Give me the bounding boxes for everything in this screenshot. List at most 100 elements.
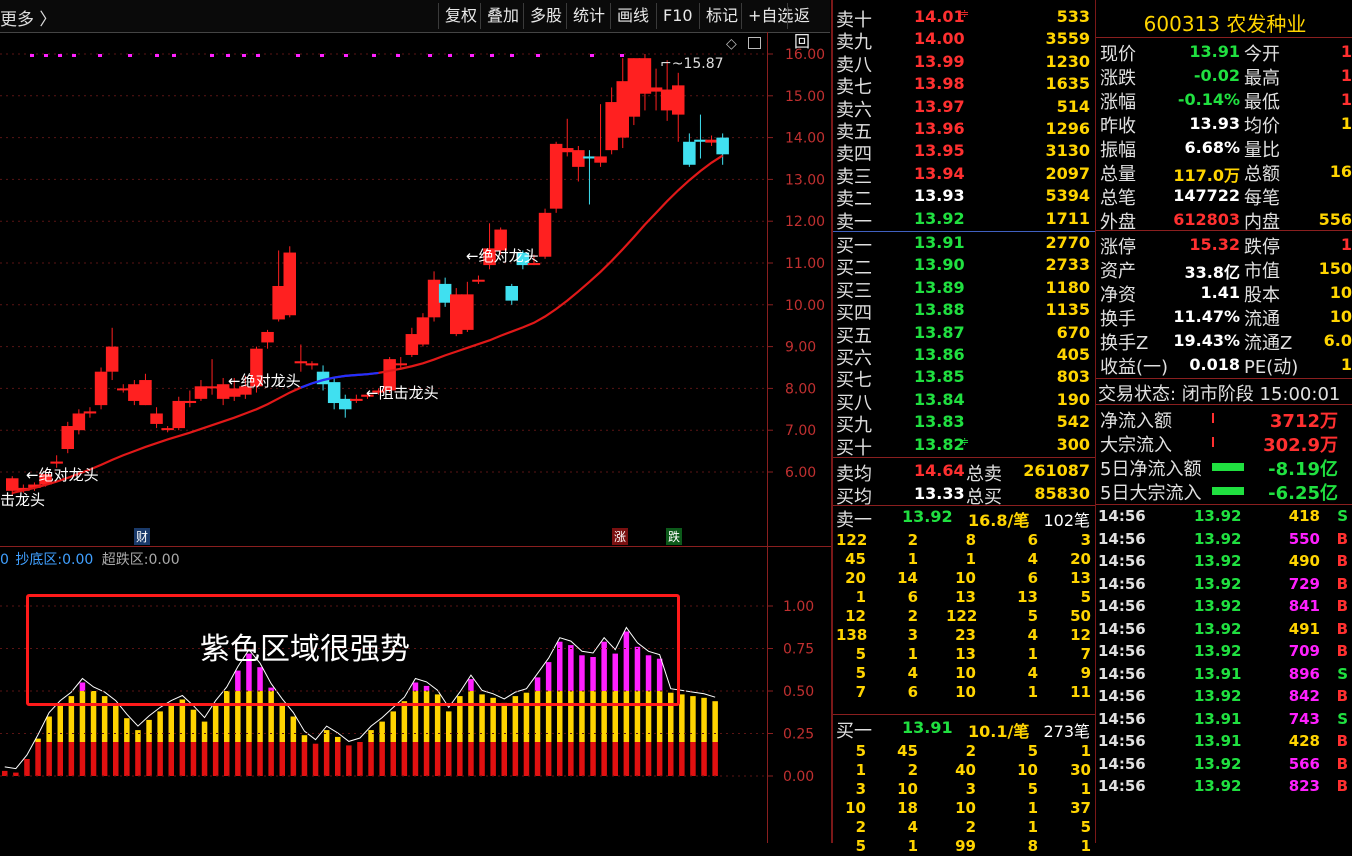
candle-body xyxy=(450,294,463,335)
tick-row[interactable]: 14:56 13.92 841 B xyxy=(1098,597,1352,620)
flow-value: 302.9万 xyxy=(1263,435,1338,455)
price-tick-label: 14.00 xyxy=(785,131,825,147)
level-price: 13.89 xyxy=(914,277,965,297)
finance-marker[interactable]: 财 xyxy=(134,528,151,545)
tick-row[interactable]: 14:56 13.92 490 B xyxy=(1098,552,1352,575)
quote-row: 净资 1.41 股本 10 xyxy=(1098,281,1352,305)
flow-label: 5日大宗流入 xyxy=(1100,483,1202,503)
indicator-bar-base xyxy=(290,742,297,776)
tick-row[interactable]: 14:56 13.91 428 B xyxy=(1098,732,1352,755)
window-toggle-icon[interactable] xyxy=(748,37,761,49)
candle-body xyxy=(683,141,696,165)
bid-level-row[interactable]: 买一 13.91 2770 xyxy=(836,233,1090,257)
bid-level-row[interactable]: 买十 13.82 300 ≑ xyxy=(836,435,1090,459)
queue-row: 1 6 13 13 5 xyxy=(836,588,1091,607)
tick-time: 14:56 xyxy=(1098,709,1146,728)
queue-cell: 30 xyxy=(1070,761,1091,779)
queue-cell: 138 xyxy=(836,626,868,644)
quote-value: -0.02 xyxy=(1193,66,1240,85)
indicator-bar-base xyxy=(368,742,374,776)
bid-level-row[interactable]: 买二 13.90 2733 xyxy=(836,255,1090,279)
signal-dot xyxy=(30,54,34,57)
level-volume: 542 xyxy=(1056,412,1090,432)
tick-price: 13.91 xyxy=(1194,732,1242,750)
signal-dot xyxy=(428,54,432,57)
tick-row[interactable]: 14:56 13.92 709 B xyxy=(1098,642,1352,665)
quote-row: 资产 33.8亿 市值 150 xyxy=(1098,257,1352,281)
quote-label: 换手 xyxy=(1100,309,1136,329)
tick-volume: 841 xyxy=(1288,597,1320,615)
bid-level-row[interactable]: 买七 13.85 803 xyxy=(836,367,1090,391)
divider xyxy=(1096,230,1352,231)
tick-row[interactable]: 14:56 13.92 550 B xyxy=(1098,530,1352,553)
ask-level-row[interactable]: 卖一 13.92 1711 xyxy=(836,209,1090,233)
candle-body xyxy=(205,386,219,389)
queue-cell: 3 xyxy=(907,626,918,644)
quote-value: 11.47% xyxy=(1173,307,1240,326)
quote-value: 1 xyxy=(1340,114,1352,133)
candle-body xyxy=(405,334,419,355)
level-price: 13.84 xyxy=(914,389,965,409)
ask-level-row[interactable]: 卖九 14.00 3559 xyxy=(836,29,1090,53)
queue-cell: 99 xyxy=(955,837,976,855)
tick-row[interactable]: 14:56 13.92 842 B xyxy=(1098,687,1352,710)
candle-body xyxy=(327,382,341,404)
ask-level-row[interactable]: 卖四 13.95 3130 xyxy=(836,141,1090,165)
signal-dot xyxy=(448,54,452,57)
tick-side: B xyxy=(1336,529,1348,548)
indicator-bar-mid xyxy=(201,721,208,742)
tick-time: 14:56 xyxy=(1098,597,1146,615)
ask-level-row[interactable]: 卖十 14.01 533 ≑ xyxy=(836,7,1090,31)
tick-price: 13.92 xyxy=(1194,597,1242,615)
ask-level-row[interactable]: 卖八 13.99 1230 xyxy=(836,52,1090,76)
candle-body xyxy=(705,139,718,143)
bid-level-row[interactable]: 买四 13.88 1135 xyxy=(836,300,1090,324)
flow-value: 3712万 xyxy=(1269,411,1338,431)
bid-level-row[interactable]: 买三 13.89 1180 xyxy=(836,277,1090,302)
indicator-bar-mid xyxy=(190,709,197,742)
signal-dot xyxy=(470,54,474,57)
ask-level-row[interactable]: 卖三 13.94 2097 xyxy=(836,164,1090,188)
indicator-bar-base xyxy=(246,742,252,776)
flow-bar xyxy=(1212,413,1214,423)
bid-level-row[interactable]: 买九 13.83 542 xyxy=(836,412,1090,436)
indicator-bar-base xyxy=(212,742,219,776)
indicator-bar-base xyxy=(101,742,108,776)
limit-down-marker[interactable]: 跌 xyxy=(666,528,683,545)
signal-dot xyxy=(98,54,102,57)
subchart-divider xyxy=(0,546,831,547)
queue-cell: 23 xyxy=(955,626,976,644)
ask-level-row[interactable]: 卖二 13.93 5394 xyxy=(836,186,1090,210)
indicator-bar-base xyxy=(335,742,341,776)
bid-level-row[interactable]: 买六 13.86 405 xyxy=(836,345,1090,369)
ask-level-row[interactable]: 卖七 13.98 1635 xyxy=(836,74,1090,98)
queue-cell: 5 xyxy=(1027,780,1038,798)
ask-level-row[interactable]: 卖六 13.97 514 xyxy=(836,97,1090,121)
ask-level-row[interactable]: 卖五 13.96 1296 xyxy=(836,119,1090,143)
tick-row[interactable]: 14:56 13.92 418 S xyxy=(1098,507,1352,530)
tick-row[interactable]: 14:56 13.92 729 B xyxy=(1098,575,1352,598)
diamond-icon[interactable]: ◇ xyxy=(726,36,737,52)
tick-row[interactable]: 14:56 13.92 823 B xyxy=(1098,777,1352,800)
indicator-bar-base xyxy=(545,742,552,776)
tick-side: B xyxy=(1336,619,1348,638)
tick-row[interactable]: 14:56 13.92 566 B xyxy=(1098,755,1352,778)
quote-row: 涨停 15.32 跌停 1 xyxy=(1098,233,1352,257)
tick-side: S xyxy=(1337,664,1348,683)
queue-cell: 10 xyxy=(845,799,866,817)
quote-label: 最高 xyxy=(1244,68,1280,88)
tick-row[interactable]: 14:56 13.92 491 B xyxy=(1098,620,1352,643)
bid-level-row[interactable]: 买五 13.87 670 xyxy=(836,323,1090,347)
indicator-bar-base xyxy=(157,742,163,776)
kline-chart[interactable]: 16.00 15.00 14.00 13.00 12.00 11.00 10.00 9.00 8… xyxy=(0,0,832,843)
tick-volume: 428 xyxy=(1288,732,1320,750)
signal-annotation: ←绝对龙头 xyxy=(26,466,99,484)
limit-up-marker[interactable]: 涨 xyxy=(612,528,629,545)
quote-label: 涨跌 xyxy=(1100,68,1136,88)
change-mark-icon: ≑ xyxy=(960,7,970,20)
tick-row[interactable]: 14:56 13.91 896 S xyxy=(1098,665,1352,688)
indicator-bar-mid xyxy=(212,704,219,742)
bid-level-row[interactable]: 买八 13.84 190 xyxy=(836,389,1090,414)
tick-row[interactable]: 14:56 13.91 743 S xyxy=(1098,710,1352,733)
candle-body xyxy=(594,156,607,163)
